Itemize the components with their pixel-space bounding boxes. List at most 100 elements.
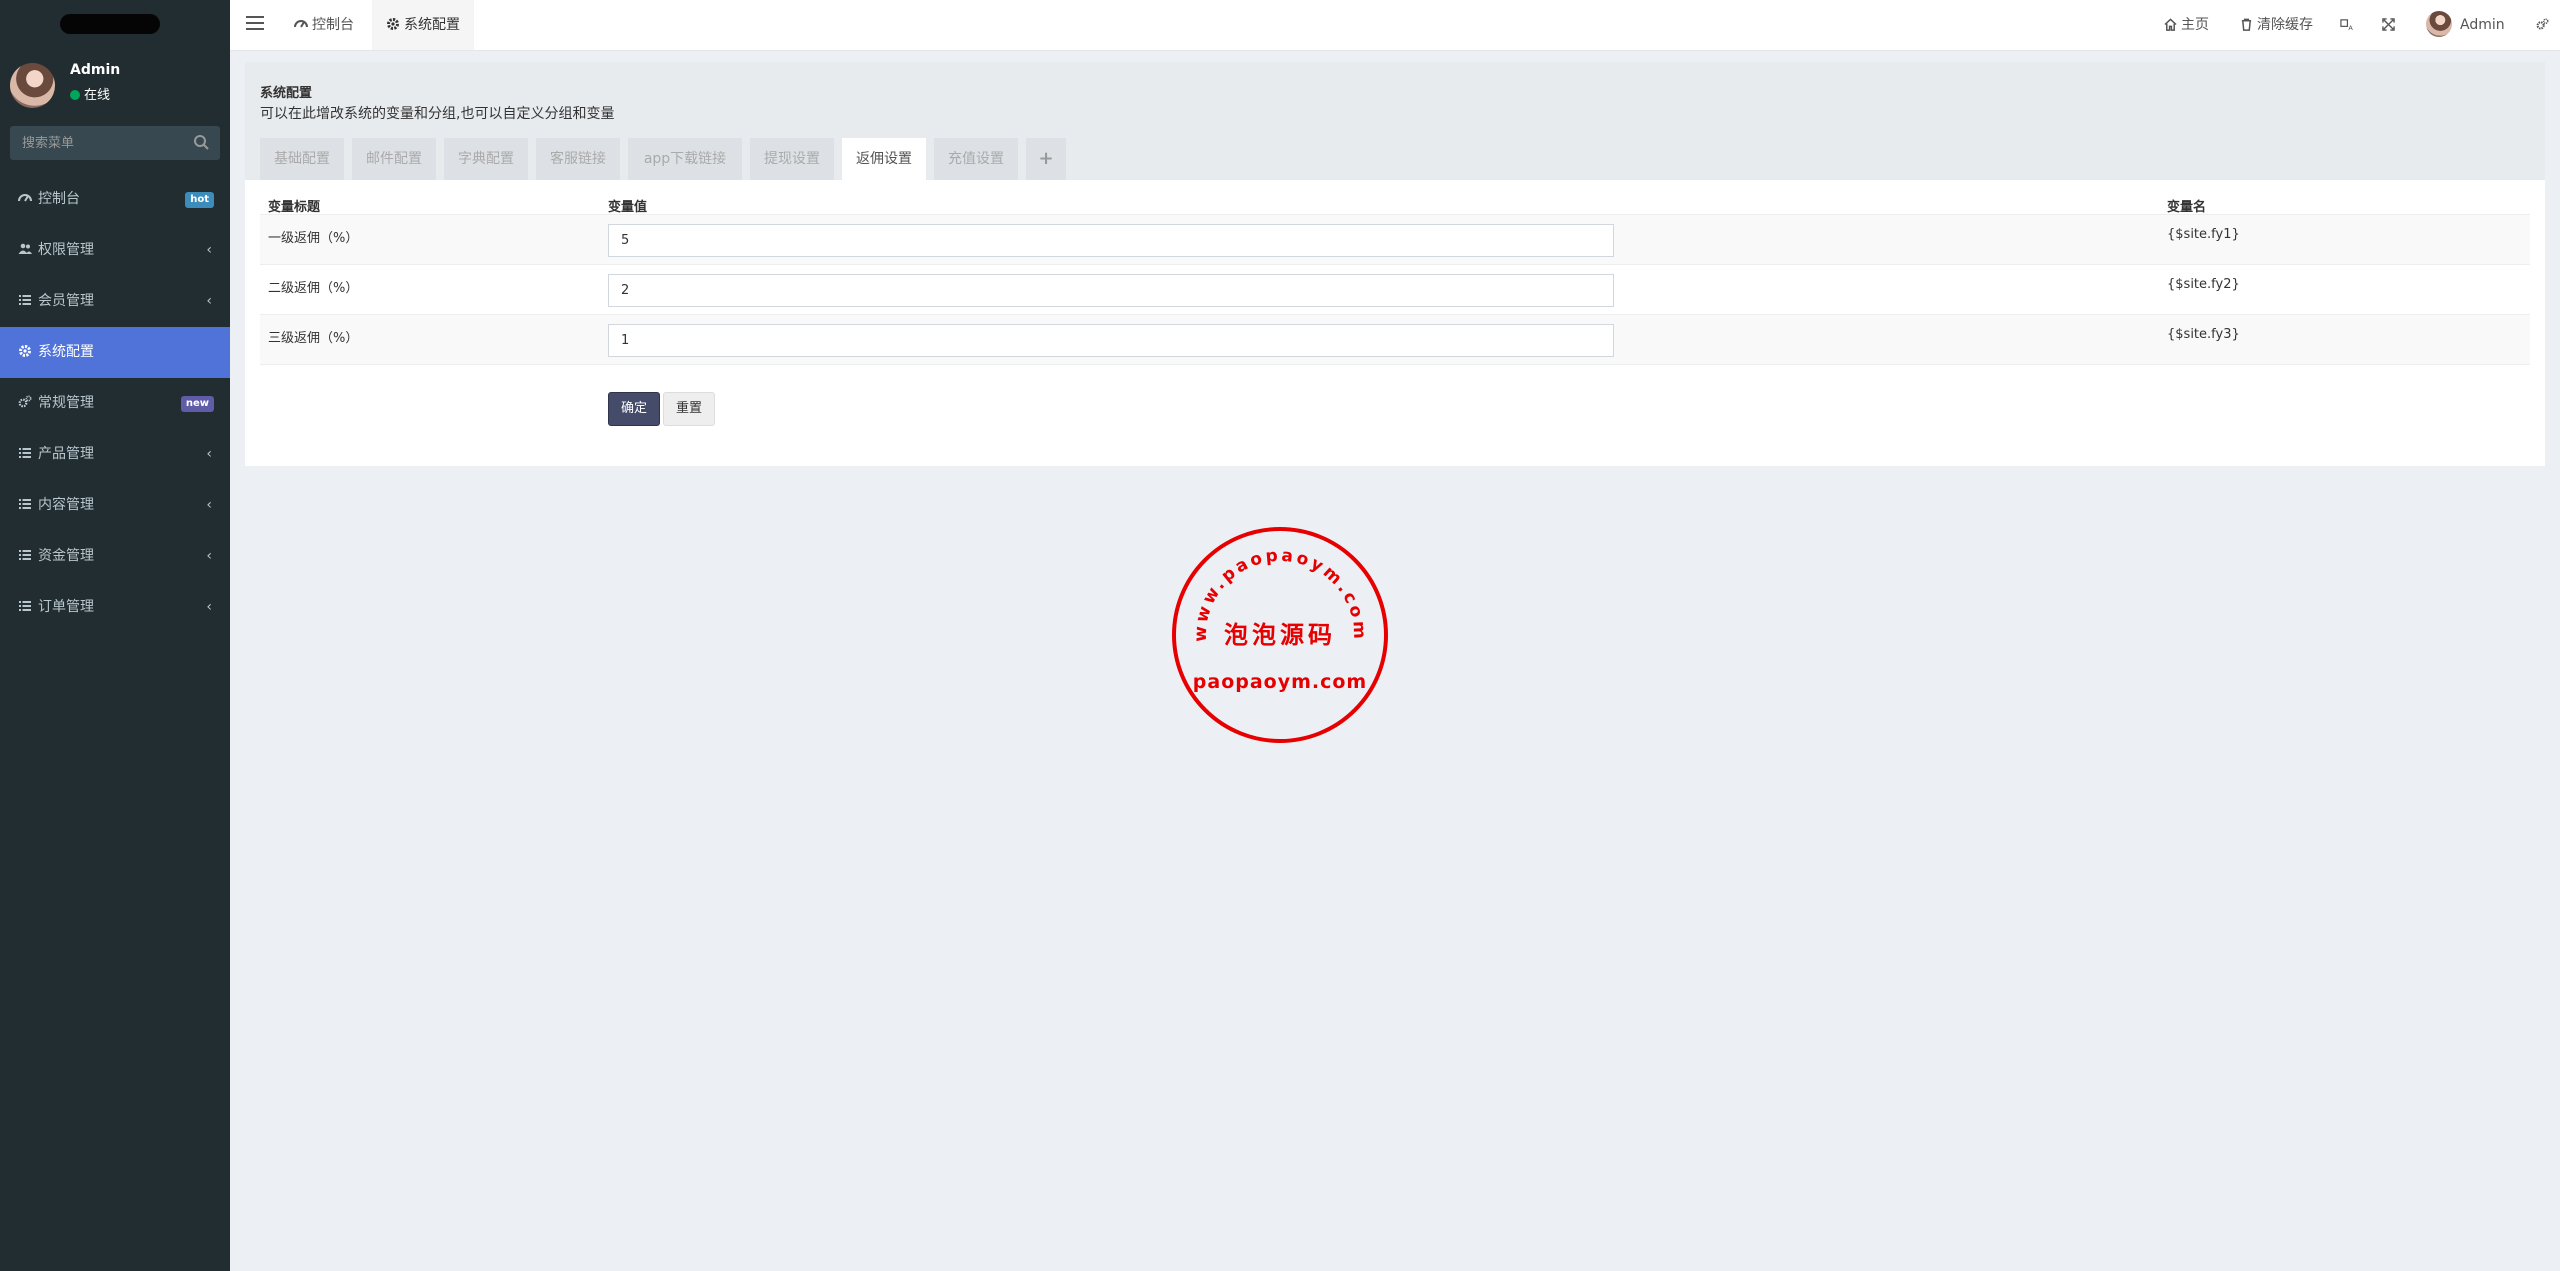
- control-sidebar-button[interactable]: [2536, 0, 2553, 50]
- search-icon[interactable]: [192, 133, 212, 153]
- sidebar-item-label: 会员管理: [38, 293, 94, 309]
- sidebar-item-product-management[interactable]: 产品管理 ‹: [0, 429, 230, 480]
- logo[interactable]: [0, 0, 230, 50]
- sidebar-item-fund-management[interactable]: 资金管理 ‹: [0, 531, 230, 582]
- clear-cache-button[interactable]: 清除缓存: [2240, 0, 2313, 50]
- row-title: 一级返佣（%）: [268, 231, 359, 246]
- cogs-icon: [2536, 18, 2549, 30]
- sidebar-item-member-management[interactable]: 会员管理 ‹: [0, 276, 230, 327]
- logo-redacted: [60, 14, 160, 34]
- chevron-left-icon: ‹: [206, 242, 212, 258]
- row-title: 二级返佣（%）: [268, 281, 359, 296]
- sidebar-item-label: 资金管理: [38, 548, 94, 564]
- cogs-icon: [18, 395, 32, 408]
- fullscreen-button[interactable]: [2382, 0, 2399, 50]
- column-header-title: 变量标题: [268, 200, 321, 215]
- home-icon: [2164, 18, 2177, 31]
- tab-withdraw-settings[interactable]: 提现设置: [750, 138, 834, 180]
- language-button[interactable]: A: [2340, 0, 2357, 50]
- sidebar-item-label: 控制台: [38, 191, 80, 207]
- tab-dashboard[interactable]: 控制台: [280, 0, 368, 50]
- level1-commission-input[interactable]: [608, 224, 1614, 257]
- tab-dashboard-label: 控制台: [312, 17, 354, 33]
- trash-icon: [2241, 18, 2252, 31]
- avatar: [10, 63, 55, 108]
- menu-badge: new: [180, 396, 214, 412]
- online-dot-icon: [70, 90, 80, 100]
- submit-button[interactable]: 确定: [608, 392, 661, 426]
- column-header-name: 变量名: [2167, 200, 2207, 215]
- sidebar-item-label: 订单管理: [38, 599, 94, 615]
- level2-commission-input[interactable]: [608, 274, 1614, 307]
- user-name: Admin: [70, 62, 121, 78]
- tab-app-download-link[interactable]: app下载链接: [628, 138, 742, 180]
- language-icon: A: [2340, 19, 2353, 31]
- sidebar-item-label: 产品管理: [38, 446, 94, 462]
- sidebar-item-system-config[interactable]: 系统配置: [0, 327, 230, 378]
- row-title: 三级返佣（%）: [268, 331, 359, 346]
- svg-text:A: A: [2348, 24, 2353, 31]
- page-description: 可以在此增改系统的变量和分组,也可以自定义分组和变量: [260, 106, 615, 122]
- tab-email-config[interactable]: 邮件配置: [352, 138, 436, 180]
- sidebar-item-content-management[interactable]: 内容管理 ‹: [0, 480, 230, 531]
- sidebar-toggle-icon[interactable]: [246, 16, 264, 32]
- sidebar-search: [10, 126, 220, 160]
- level3-commission-input[interactable]: [608, 324, 1614, 357]
- user-status: 在线: [70, 84, 110, 103]
- user-panel: Admin 在线: [0, 50, 230, 120]
- tab-commission-settings[interactable]: 返佣设置: [842, 138, 926, 180]
- dashboard-icon: [294, 20, 308, 28]
- list-icon: [19, 550, 31, 560]
- page-title: 系统配置: [260, 86, 313, 101]
- sidebar-menu: 控制台 hot 权限管理 ‹ 会员管理 ‹ 系统配置 常规管理 new 产品管理 ‹ 内容管理 ‹ 资金管…: [0, 174, 230, 633]
- list-icon: [19, 295, 31, 305]
- sidebar-item-label: 内容管理: [38, 497, 94, 513]
- column-header-value: 变量值: [608, 200, 648, 215]
- tab-system-config-label: 系统配置: [404, 17, 460, 33]
- sidebar-item-label: 系统配置: [38, 344, 94, 360]
- header-avatar: [2426, 11, 2452, 37]
- chevron-left-icon: ‹: [206, 599, 212, 615]
- stamp-main-text: 泡泡源码: [1224, 620, 1336, 649]
- chevron-left-icon: ‹: [206, 497, 212, 513]
- table-row: 二级返佣（%） {$site.fy2}: [260, 264, 2530, 315]
- panel-heading: 系统配置 可以在此增改系统的变量和分组,也可以自定义分组和变量 基础配置 邮件配…: [245, 62, 2545, 180]
- home-label: 主页: [2181, 17, 2209, 33]
- sidebar-item-dashboard[interactable]: 控制台 hot: [0, 174, 230, 225]
- dashboard-icon: [18, 194, 32, 202]
- list-icon: [19, 448, 31, 458]
- users-icon: [18, 243, 32, 254]
- watermark-stamp: www.paopaoym.com 泡泡源码 paopaoym.com: [1172, 527, 1388, 743]
- table-row: 一级返佣（%） {$site.fy1}: [260, 214, 2530, 265]
- config-panel: 系统配置 可以在此增改系统的变量和分组,也可以自定义分组和变量 基础配置 邮件配…: [245, 62, 2545, 466]
- row-variable-name: {$site.fy3}: [2167, 327, 2240, 342]
- add-tab-button[interactable]: +: [1026, 138, 1066, 180]
- tab-recharge-settings[interactable]: 充值设置: [934, 138, 1018, 180]
- gear-icon: [387, 18, 399, 30]
- row-variable-name: {$site.fy1}: [2167, 227, 2240, 242]
- user-status-label: 在线: [84, 88, 111, 103]
- stamp-bottom-text: paopaoym.com: [1193, 671, 1367, 693]
- sidebar-item-order-management[interactable]: 订单管理 ‹: [0, 582, 230, 633]
- tab-customer-service-link[interactable]: 客服链接: [536, 138, 620, 180]
- list-icon: [19, 601, 31, 611]
- sidebar-item-general-management[interactable]: 常规管理 new: [0, 378, 230, 429]
- tab-dictionary-config[interactable]: 字典配置: [444, 138, 528, 180]
- fullscreen-icon: [2382, 18, 2395, 31]
- sidebar: Admin 在线 控制台 hot 权限管理 ‹ 会员管理 ‹ 系统配置常规管理 new 产品管理…: [0, 0, 230, 1271]
- top-navbar: 控制台 系统配置 主页 清除缓存 A Admin: [230, 0, 2560, 51]
- search-input[interactable]: [10, 126, 204, 160]
- chevron-left-icon: ‹: [206, 293, 212, 309]
- sidebar-item-label: 权限管理: [38, 242, 94, 258]
- chevron-left-icon: ‹: [206, 548, 212, 564]
- admin-user-menu[interactable]: Admin: [2426, 0, 2505, 50]
- sidebar-item-label: 常规管理: [38, 395, 94, 411]
- tab-basic-config[interactable]: 基础配置: [260, 138, 344, 180]
- home-link[interactable]: 主页: [2164, 0, 2209, 50]
- list-icon: [19, 499, 31, 509]
- sidebar-item-permission-management[interactable]: 权限管理 ‹: [0, 225, 230, 276]
- chevron-left-icon: ‹: [206, 446, 212, 462]
- tab-system-config[interactable]: 系统配置: [372, 0, 474, 50]
- reset-button[interactable]: 重置: [663, 392, 716, 426]
- row-variable-name: {$site.fy2}: [2167, 277, 2240, 292]
